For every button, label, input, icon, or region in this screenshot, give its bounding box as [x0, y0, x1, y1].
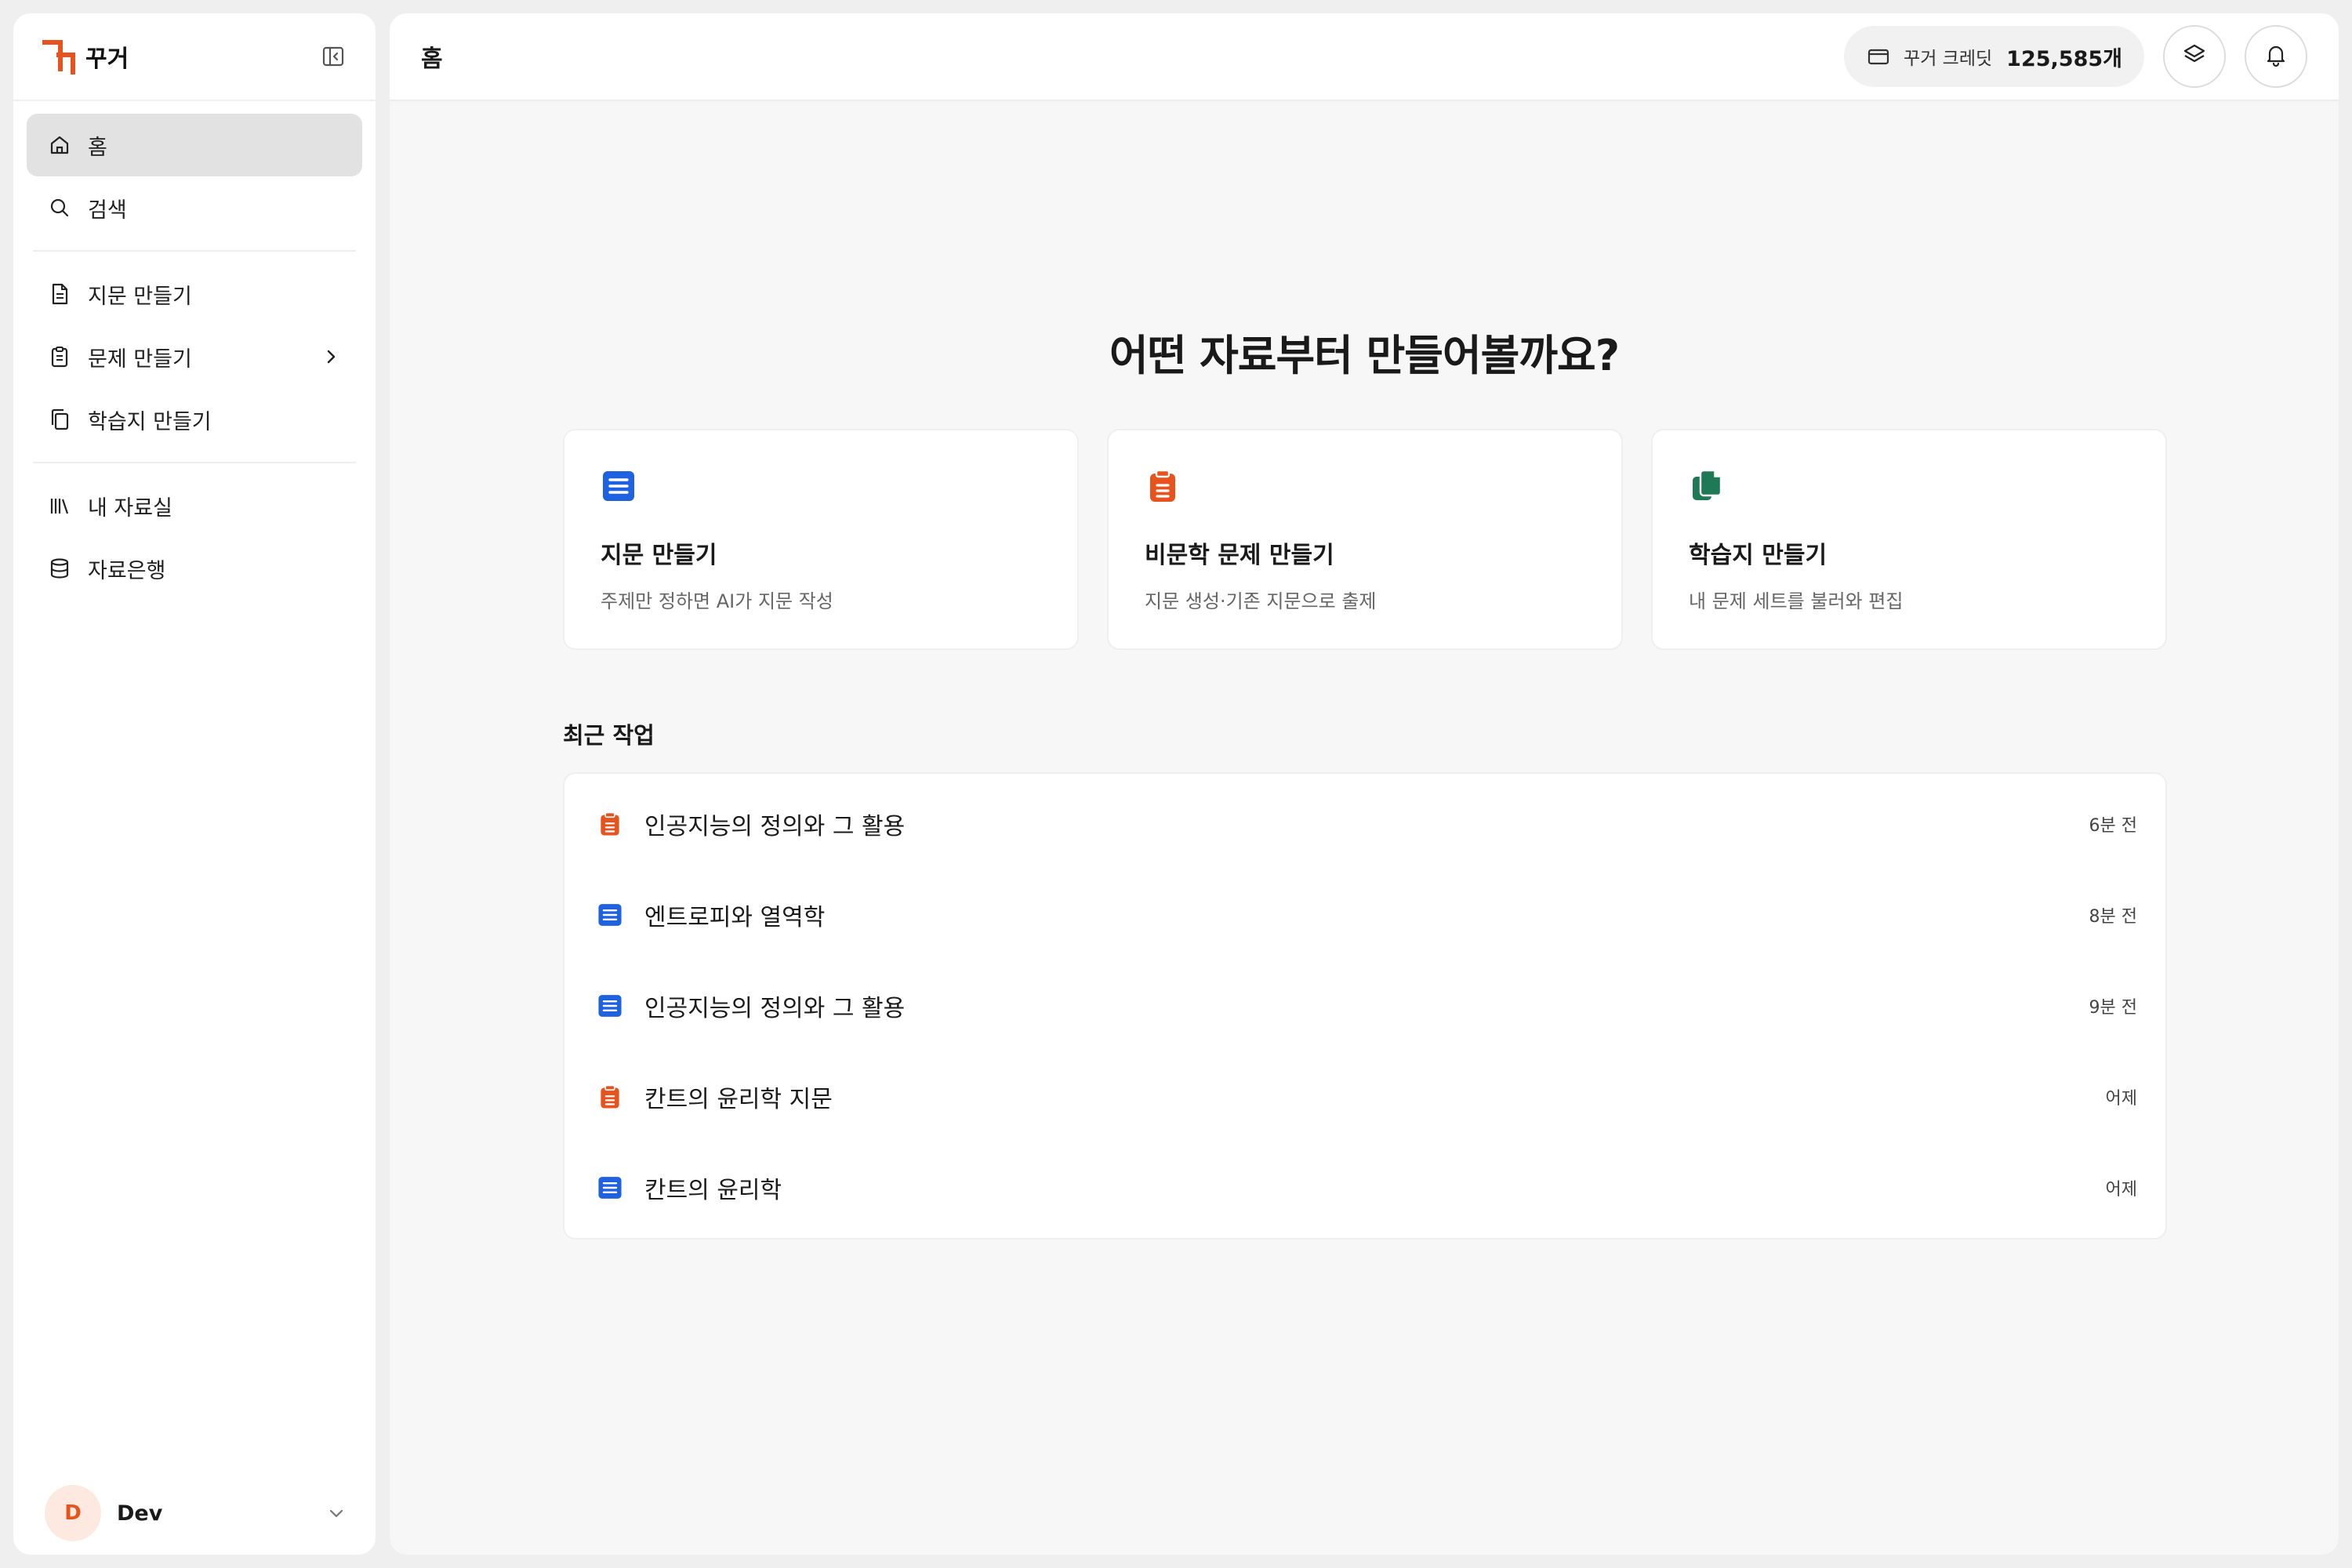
sidebar-item-label: 홈	[88, 135, 107, 160]
nav-divider	[33, 462, 356, 463]
search-icon	[45, 194, 74, 222]
list-item-time: 어제	[2105, 1089, 2137, 1109]
card-title: 학습지 만들기	[1689, 542, 1828, 569]
app-root: 꾸거 홈 검색 지문 만들기 문제 만들기 학습지 만들기 내 자료실 자료은행…	[0, 0, 2352, 1568]
card-create-worksheet[interactable]: 학습지 만들기 내 문제 세트를 불러와 편집	[1651, 429, 2167, 650]
nav-divider	[33, 250, 356, 252]
list-item-title: 엔트로피와 열역학	[644, 904, 826, 931]
list-item-title: 인공지능의 정의와 그 활용	[644, 995, 906, 1022]
sidebar-collapse-icon[interactable]	[316, 39, 350, 74]
user-menu[interactable]: D Dev	[13, 1472, 376, 1555]
chevron-down-icon[interactable]	[324, 1501, 349, 1526]
document-list-icon	[596, 901, 624, 929]
card-title: 비문학 문제 만들기	[1145, 542, 1334, 569]
credit-badge[interactable]: 꾸거 크레딧 125,585개	[1844, 26, 2144, 87]
sidebar-item-search[interactable]: 검색	[27, 176, 362, 239]
bell-icon	[2263, 42, 2289, 71]
sidebar: 꾸거 홈 검색 지문 만들기 문제 만들기 학습지 만들기 내 자료실 자료은행…	[13, 13, 376, 1555]
recent-section-title: 최근 작업	[563, 722, 655, 749]
brand-name: 꾸거	[85, 45, 129, 73]
credit-value: 125,585개	[2006, 46, 2122, 71]
copy-icon	[45, 405, 74, 434]
brand-logo[interactable]	[37, 34, 81, 78]
sidebar-item-label: 검색	[88, 198, 127, 223]
recent-list: 인공지능의 정의와 그 활용 6분 전 엔트로피와 열역학 8분 전 인공지능의…	[563, 772, 2167, 1240]
list-item[interactable]: 칸트의 윤리학 지문 어제	[564, 1051, 2165, 1142]
layers-button[interactable]	[2163, 25, 2226, 88]
list-item[interactable]: 엔트로피와 열역학 8분 전	[564, 869, 2165, 960]
headline: 어떤 자료부터 만들어볼까요?	[1109, 331, 1620, 380]
list-item-time: 8분 전	[2089, 907, 2137, 927]
sidebar-item-label: 지문 만들기	[88, 284, 192, 309]
notifications-button[interactable]	[2245, 25, 2307, 88]
card-title: 지문 만들기	[601, 542, 717, 569]
sidebar-nav: 홈 검색 지문 만들기 문제 만들기 학습지 만들기 내 자료실 자료은행	[13, 101, 376, 600]
chevron-right-icon	[318, 344, 343, 369]
clipboard-icon	[1145, 468, 1181, 504]
document-list-icon	[601, 468, 637, 504]
sidebar-item-create-worksheet[interactable]: 학습지 만들기	[27, 388, 362, 451]
list-item-title: 칸트의 윤리학	[644, 1177, 782, 1204]
card-description: 지문 생성·기존 지문으로 출제	[1145, 590, 1377, 612]
sidebar-item-label: 문제 만들기	[88, 347, 192, 372]
sidebar-item-label: 자료은행	[88, 558, 166, 583]
credit-card-icon	[1864, 42, 1893, 71]
clipboard-icon	[596, 810, 624, 838]
credit-label: 꾸거 크레딧	[1904, 49, 1993, 69]
sidebar-item-create-passage[interactable]: 지문 만들기	[27, 263, 362, 325]
sidebar-item-home[interactable]: 홈	[27, 114, 362, 176]
sidebar-item-create-question[interactable]: 문제 만들기	[27, 325, 362, 388]
top-bar: 홈 꾸거 크레딧 125,585개	[390, 13, 2339, 101]
document-icon	[45, 280, 74, 308]
avatar: D	[45, 1485, 101, 1541]
card-description: 내 문제 세트를 불러와 편집	[1689, 590, 1904, 612]
main-panel: 홈 꾸거 크레딧 125,585개 어떤 자료부터 만들어볼까요? 지문 만들기…	[390, 13, 2339, 1555]
user-name: Dev	[117, 1501, 163, 1526]
home-icon	[45, 131, 74, 159]
sidebar-item-label: 학습지 만들기	[88, 409, 212, 434]
clipboard-icon	[45, 343, 74, 371]
list-item[interactable]: 인공지능의 정의와 그 활용 6분 전	[564, 779, 2165, 869]
database-icon	[45, 554, 74, 583]
list-item-time: 6분 전	[2089, 816, 2137, 836]
list-item[interactable]: 인공지능의 정의와 그 활용 9분 전	[564, 960, 2165, 1051]
list-item-time: 9분 전	[2089, 998, 2137, 1018]
card-description: 주제만 정하면 AI가 지문 작성	[601, 590, 833, 612]
list-item-title: 칸트의 윤리학 지문	[644, 1086, 833, 1113]
card-create-nonfiction-question[interactable]: 비문학 문제 만들기 지문 생성·기존 지문으로 출제	[1107, 429, 1623, 650]
copy-icon	[1689, 468, 1725, 504]
library-icon	[45, 492, 74, 520]
card-create-passage[interactable]: 지문 만들기 주제만 정하면 AI가 지문 작성	[563, 429, 1079, 650]
page-title: 홈	[421, 45, 443, 73]
list-item-title: 인공지능의 정의와 그 활용	[644, 813, 906, 840]
layers-icon	[2181, 42, 2208, 71]
list-item[interactable]: 칸트의 윤리학 어제	[564, 1142, 2165, 1233]
document-list-icon	[596, 992, 624, 1020]
sidebar-item-label: 내 자료실	[88, 495, 172, 521]
document-list-icon	[596, 1174, 624, 1202]
sidebar-item-material-bank[interactable]: 자료은행	[27, 537, 362, 600]
list-item-time: 어제	[2105, 1180, 2137, 1200]
clipboard-icon	[596, 1083, 624, 1111]
brand-header: 꾸거	[13, 13, 376, 101]
create-cards: 지문 만들기 주제만 정하면 AI가 지문 작성 비문학 문제 만들기 지문 생…	[563, 429, 2167, 650]
sidebar-item-my-library[interactable]: 내 자료실	[27, 474, 362, 537]
